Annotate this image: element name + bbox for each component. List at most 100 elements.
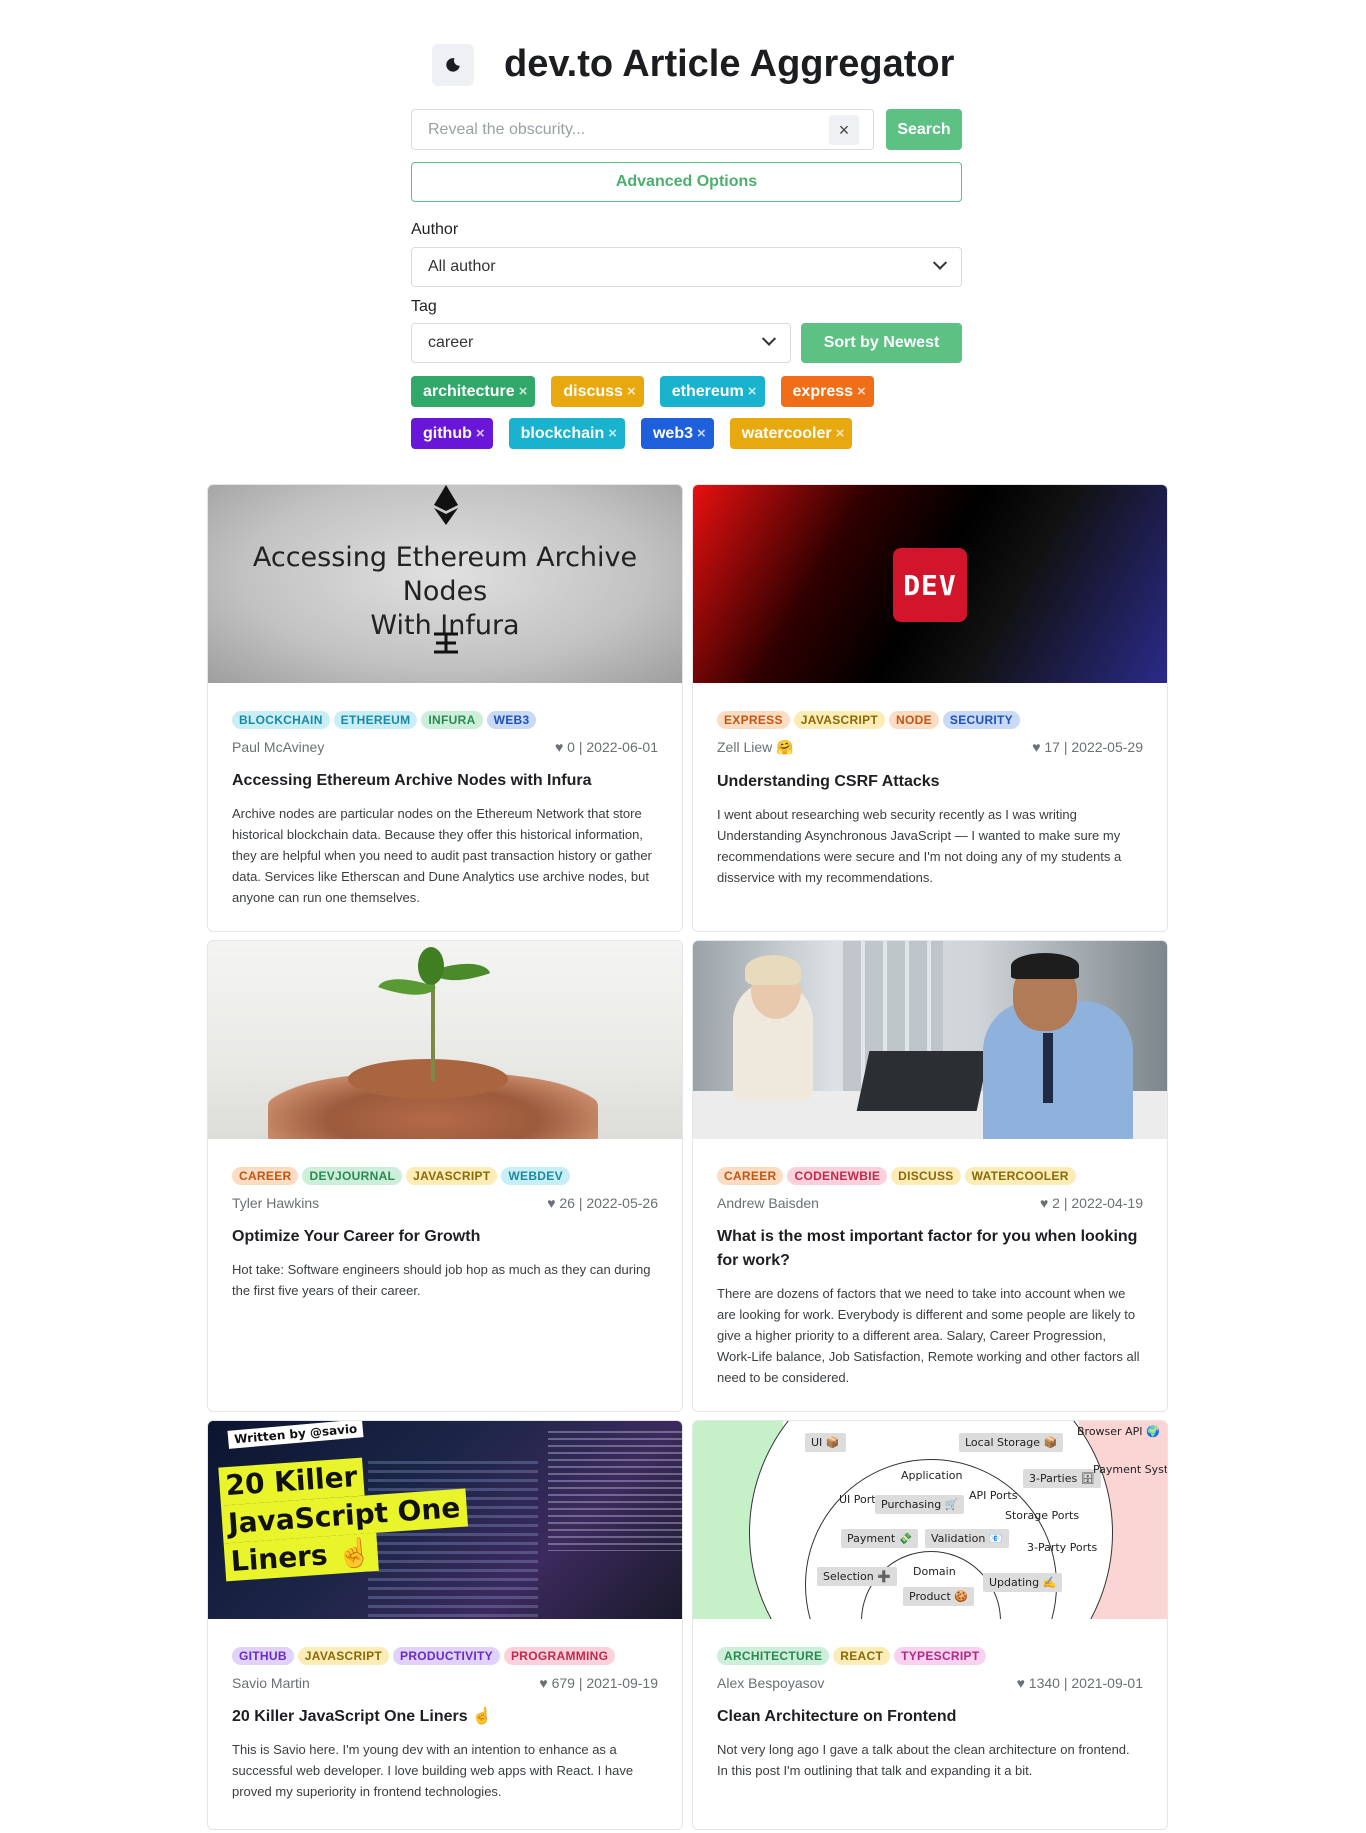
article-tag-typescript[interactable]: TYPESCRIPT — [894, 1647, 987, 1665]
diagram-node: 3-Parties 🗄 — [1023, 1469, 1101, 1488]
article-tag-javascript[interactable]: JAVASCRIPT — [297, 1647, 390, 1665]
article-tag-security[interactable]: SECURITY — [942, 711, 1020, 729]
article-cover-image[interactable] — [208, 941, 682, 1139]
article-meta: Paul McAviney ♥ 0 | 2022-06-01 — [232, 739, 658, 755]
infura-logo-icon — [434, 632, 458, 654]
article-card[interactable]: CAREER CODENEWBIE DISCUSS WATERCOOLER Andrew… — [692, 940, 1168, 1412]
article-author[interactable]: Tyler Hawkins — [232, 1195, 319, 1211]
tag-chip-label: github — [423, 424, 472, 442]
tag-chip-github[interactable]: github × — [411, 418, 493, 449]
article-title[interactable]: Clean Architecture on Frontend — [717, 1705, 1143, 1729]
article-tag-react[interactable]: REACT — [833, 1647, 891, 1665]
advanced-options-button[interactable]: Advanced Options — [411, 162, 962, 202]
article-title[interactable]: Optimize Your Career for Growth — [232, 1225, 658, 1249]
remove-tag-icon[interactable]: × — [836, 425, 845, 442]
article-tag-javascript[interactable]: JAVASCRIPT — [793, 711, 886, 729]
tag-chip-blockchain[interactable]: blockchain × — [508, 418, 625, 449]
article-body: CAREER DEVJOURNAL JAVASCRIPT WEBDEV Tyler Ha… — [208, 1167, 682, 1301]
remove-tag-icon[interactable]: × — [857, 383, 866, 400]
article-title[interactable]: What is the most important factor for yo… — [717, 1225, 1143, 1273]
article-tag-discuss[interactable]: DISCUSS — [891, 1167, 961, 1185]
theme-toggle-button[interactable] — [432, 44, 474, 86]
remove-tag-icon[interactable]: × — [519, 383, 528, 400]
chevron-down-icon — [761, 331, 777, 346]
article-tag-web3[interactable]: WEB3 — [486, 711, 537, 729]
tag-chip-label: watercooler — [741, 424, 832, 442]
tag-chip-label: blockchain — [520, 424, 605, 442]
active-tag-chips: architecture × discuss × ethereum × express × gi… — [411, 376, 971, 460]
article-cover-image[interactable]: Accessing Ethereum Archive Nodes With Inf… — [208, 485, 682, 683]
diagram-node: Domain — [913, 1565, 956, 1578]
remove-tag-icon[interactable]: × — [627, 383, 636, 400]
article-author[interactable]: Paul McAviney — [232, 739, 324, 755]
article-tag-career[interactable]: CAREER — [717, 1167, 784, 1185]
search-input[interactable] — [411, 109, 874, 150]
tag-select-value: career — [428, 334, 474, 351]
article-cover-image[interactable]: DEV — [693, 485, 1167, 683]
tag-chip-discuss[interactable]: discuss × — [551, 376, 644, 407]
remove-tag-icon[interactable]: × — [608, 425, 617, 442]
tag-chip-ethereum[interactable]: ethereum × — [659, 376, 765, 407]
article-tag-blockchain[interactable]: BLOCKCHAIN — [232, 711, 330, 729]
remove-tag-icon[interactable]: × — [697, 425, 706, 442]
tag-chip-architecture[interactable]: architecture × — [411, 376, 536, 407]
article-tag-productivity[interactable]: PRODUCTIVITY — [393, 1647, 500, 1665]
article-author[interactable]: Alex Bespoyasov — [717, 1675, 824, 1691]
author-select[interactable]: All author — [411, 247, 962, 287]
article-tag-infura[interactable]: INFURA — [421, 711, 483, 729]
tag-chip-label: express — [792, 382, 854, 400]
diagram-node: Updating ✍️ — [983, 1573, 1063, 1592]
article-tags: GITHUB JAVASCRIPT PRODUCTIVITY PROGRAMMING — [232, 1647, 658, 1665]
diagram-node: 3-Party Ports — [1027, 1541, 1098, 1554]
article-tag-javascript[interactable]: JAVASCRIPT — [406, 1167, 498, 1185]
diagram-node: Validation 📧 — [925, 1529, 1009, 1548]
remove-tag-icon[interactable]: × — [476, 425, 485, 442]
article-tag-github[interactable]: GITHUB — [232, 1647, 294, 1665]
article-tag-career[interactable]: CAREER — [232, 1167, 299, 1185]
article-card[interactable]: Written by @savio 20 Killer JavaScript O… — [207, 1420, 683, 1830]
article-card[interactable]: UI 📦 Local Storage 📦 Browser API 🌍 Applica… — [692, 1420, 1168, 1830]
article-tags: EXPRESS JAVASCRIPT NODE SECURITY — [717, 711, 1143, 729]
article-tag-node[interactable]: NODE — [889, 711, 939, 729]
remove-tag-icon[interactable]: × — [748, 383, 757, 400]
article-tag-ethereum[interactable]: ETHEREUM — [333, 711, 418, 729]
article-tag-codenewbie[interactable]: CODENEWBIE — [787, 1167, 888, 1185]
cover-title: 20 Killer JavaScript One Liners ☝️ — [218, 1451, 470, 1582]
article-body: EXPRESS JAVASCRIPT NODE SECURITY Zell Liew 🤗… — [693, 711, 1167, 888]
clear-search-button[interactable]: × — [829, 115, 859, 145]
article-card[interactable]: Accessing Ethereum Archive Nodes With Inf… — [207, 484, 683, 932]
article-cover-image[interactable]: Written by @savio 20 Killer JavaScript O… — [208, 1421, 682, 1619]
sort-button[interactable]: Sort by Newest — [801, 323, 962, 363]
article-author[interactable]: Savio Martin — [232, 1675, 310, 1691]
tag-chip-label: discuss — [563, 382, 623, 400]
tag-chip-watercooler[interactable]: watercooler × — [729, 418, 853, 449]
article-tag-express[interactable]: EXPRESS — [717, 711, 790, 729]
search-button[interactable]: Search — [886, 109, 962, 150]
tag-chip-label: architecture — [423, 382, 515, 400]
article-stats: ♥ 679 | 2021-09-19 — [539, 1675, 658, 1691]
tag-chip-express[interactable]: express × — [780, 376, 874, 407]
article-author[interactable]: Zell Liew 🤗 — [717, 739, 794, 756]
article-cover-image[interactable] — [693, 941, 1167, 1139]
article-tag-watercooler[interactable]: WATERCOOLER — [964, 1167, 1076, 1185]
article-card[interactable]: CAREER DEVJOURNAL JAVASCRIPT WEBDEV Tyler Ha… — [207, 940, 683, 1412]
ethereum-logo-icon — [434, 485, 458, 525]
article-body: CAREER CODENEWBIE DISCUSS WATERCOOLER Andrew… — [693, 1167, 1167, 1388]
article-tag-webdev[interactable]: WEBDEV — [501, 1167, 570, 1185]
article-cover-image[interactable]: UI 📦 Local Storage 📦 Browser API 🌍 Applica… — [693, 1421, 1167, 1619]
article-title[interactable]: 20 Killer JavaScript One Liners ☝️ — [232, 1705, 658, 1729]
article-tag-architecture[interactable]: ARCHITECTURE — [717, 1647, 830, 1665]
article-tag-devjournal[interactable]: DEVJOURNAL — [302, 1167, 403, 1185]
article-author[interactable]: Andrew Baisden — [717, 1195, 819, 1211]
article-title[interactable]: Understanding CSRF Attacks — [717, 770, 1143, 794]
tag-chip-label: ethereum — [671, 382, 744, 400]
article-stats: ♥ 26 | 2022-05-26 — [547, 1195, 658, 1211]
tag-chip-web3[interactable]: web3 × — [640, 418, 714, 449]
article-body: GITHUB JAVASCRIPT PRODUCTIVITY PROGRAMMING S… — [208, 1647, 682, 1802]
article-description: Hot take: Software engineers should job … — [232, 1262, 651, 1298]
article-tag-programming[interactable]: PROGRAMMING — [503, 1647, 616, 1665]
article-title[interactable]: Accessing Ethereum Archive Nodes with In… — [232, 769, 658, 793]
diagram-node: Payment 💸 — [841, 1529, 919, 1548]
article-card[interactable]: DEV EXPRESS JAVASCRIPT NODE SECURITY Zell Lie… — [692, 484, 1168, 932]
tag-select[interactable]: career — [411, 323, 791, 363]
